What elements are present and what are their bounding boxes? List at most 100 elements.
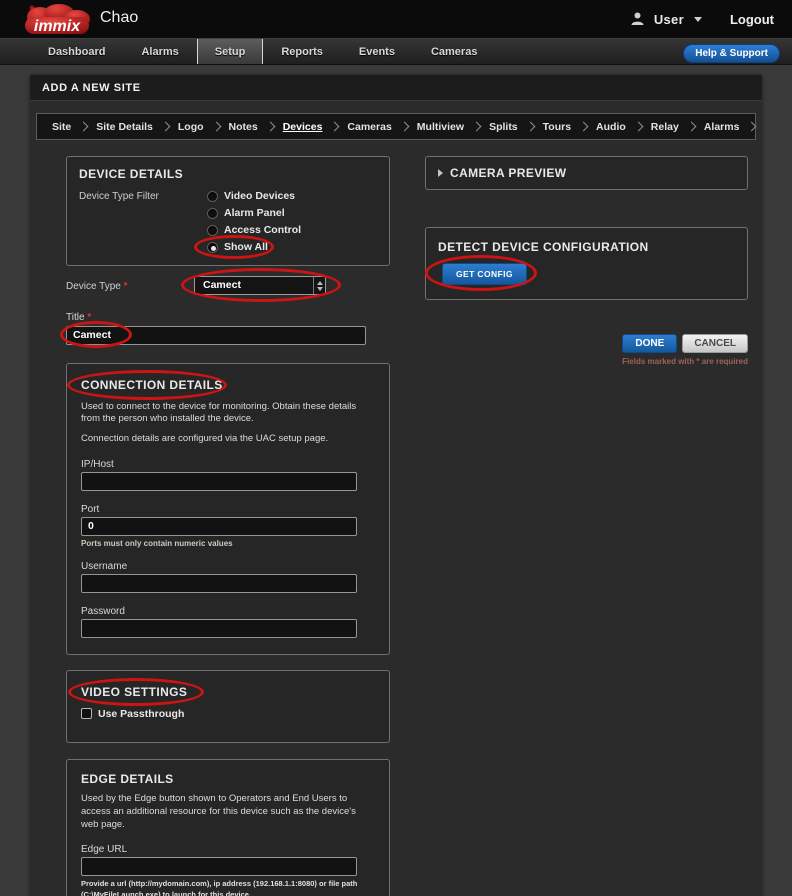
detect-config-heading: DETECT DEVICE CONFIGURATION [438,240,649,254]
help-support-button[interactable]: Help & Support [683,44,780,63]
nav-cameras[interactable]: Cameras [413,39,495,64]
passthrough-checkbox[interactable] [81,708,92,720]
edge-url-label: Edge URL [81,844,128,856]
done-button[interactable]: DONE [622,334,678,353]
connection-description-2: Connection details are configured via th… [81,433,329,445]
cancel-button[interactable]: CANCEL [682,334,748,353]
connection-details-panel: CONNECTION DETAILS Used to connect to th… [66,362,390,655]
camera-preview-heading[interactable]: CAMERA PREVIEW [450,166,567,180]
password-field-group: Password [81,606,375,638]
required-asterisk: * [123,280,128,292]
use-passthrough-row[interactable]: Use Passthrough [81,708,375,720]
device-type-filter-row: Device Type Filter Video Devices Alarm P… [79,190,377,259]
nav-reports[interactable]: Reports [263,39,341,64]
brand-text: immix [34,18,81,35]
password-label: Password [81,605,125,617]
port-label: Port [81,503,100,515]
device-type-filter-options: Video Devices Alarm Panel Access Control [194,190,301,259]
user-area: User Logout [631,0,774,38]
nav-setup[interactable]: Setup [196,39,264,64]
device-type-label: Device Type * [66,280,128,292]
nav-dashboard[interactable]: Dashboard [30,39,123,64]
radio-icon[interactable] [207,224,218,236]
radio-icon[interactable] [207,190,218,202]
camera-preview-panel[interactable]: CAMERA PREVIEW [425,156,748,190]
device-type-select-wrap: Camect [181,268,341,302]
wizard-tab-site[interactable]: Site [43,121,80,133]
nav-alarms[interactable]: Alarms [123,39,196,64]
get-config-button[interactable]: GET CONFIG [442,263,527,285]
collapsed-arrow-icon[interactable] [438,169,443,177]
username-label: Username [81,560,128,572]
wizard-tab-notes[interactable]: Notes [220,121,267,133]
wizard-tabstrip: Site Site Details Logo Notes Devices Cam… [36,113,757,140]
radio-video-devices[interactable]: Video Devices [207,190,301,202]
radio-alarm-panel[interactable]: Alarm Panel [207,207,301,219]
connection-details-heading: CONNECTION DETAILS [81,377,223,392]
port-note: Ports must only contain numeric values [81,538,233,548]
wizard-tab-cameras[interactable]: Cameras [338,121,400,133]
device-details-panel: DEVICE DETAILS Device Type Filter Video … [66,156,390,266]
wizard-tab-site-details[interactable]: Site Details [87,121,162,133]
up-arrow-icon [316,280,323,285]
edge-url-field-group: Edge URL Provide a url (http://mydomain.… [81,844,375,896]
edge-url-note: Provide a url (http://mydomain.com), ip … [81,879,358,896]
main-content: DEVICE DETAILS Device Type Filter Video … [30,140,762,896]
wizard-tab-alarms[interactable]: Alarms [695,121,749,133]
video-settings-panel: VIDEO SETTINGS Use Passthrough [66,669,390,743]
required-fields-note: Fields marked with * are required [622,357,748,366]
chevron-down-icon[interactable] [693,16,702,22]
connection-description-1: Used to connect to the device for monito… [81,400,357,425]
username-field-group: Username [81,561,375,593]
title-label: Title * [66,312,92,323]
site-name: Chao [100,9,139,26]
device-type-select[interactable]: Camect [194,276,326,295]
form-actions: DONE CANCEL Fields marked with * are req… [425,334,748,366]
main-nav: Dashboard Alarms Setup Reports Events Ca… [0,38,792,65]
wizard-tab-splits[interactable]: Splits [480,121,527,133]
radio-access-control[interactable]: Access Control [207,224,301,236]
select-spinner-icon[interactable] [313,277,325,294]
radio-icon[interactable] [207,241,218,253]
edge-details-heading: EDGE DETAILS [81,771,174,786]
wizard-tab-multiview[interactable]: Multiview [408,121,473,133]
app-header: immix Chao User Logout [0,0,792,38]
video-settings-heading: VIDEO SETTINGS [81,684,188,699]
device-type-filter-label: Device Type Filter [79,191,159,202]
port-field-group: Port Ports must only contain numeric val… [81,504,375,548]
wizard-tab-relay[interactable]: Relay [642,121,688,133]
wizard-tab-devices[interactable]: Devices [274,121,332,133]
edge-url-input[interactable] [81,857,357,877]
device-details-heading: DEVICE DETAILS [79,167,184,181]
content-wrapper: ADD A NEW SITE Site Site Details Logo No… [30,75,762,896]
user-icon [631,12,644,25]
left-column: DEVICE DETAILS Device Type Filter Video … [60,156,390,896]
nav-events[interactable]: Events [341,39,413,64]
port-input[interactable] [81,516,357,536]
radio-icon[interactable] [207,207,218,219]
immix-logo[interactable]: immix [18,2,96,43]
wizard-tab-audio[interactable]: Audio [587,121,635,133]
page: immix Chao User Logout Dashboard Alarms … [0,0,792,896]
right-column: CAMERA PREVIEW DETECT DEVICE CONFIGURATI… [425,156,748,896]
device-type-row: Device Type * Camect [66,268,390,302]
down-arrow-icon [316,286,323,291]
ip-host-label: IP/Host [81,458,114,470]
ip-host-field-group: IP/Host [81,459,375,491]
logout-link[interactable]: Logout [730,12,774,27]
user-menu[interactable]: User [654,12,684,27]
ip-host-input[interactable] [81,471,357,491]
title-field-group: Title * [60,312,390,348]
title-input[interactable] [66,325,366,345]
username-input[interactable] [81,573,357,593]
page-title: ADD A NEW SITE [30,75,762,101]
cloud-logo-icon: immix [25,4,90,35]
detect-device-config-panel: DETECT DEVICE CONFIGURATION GET CONFIG [425,227,748,300]
radio-show-all[interactable]: Show All [194,235,301,259]
required-asterisk: * [87,312,92,323]
edge-details-panel: EDGE DETAILS Used by the Edge button sho… [66,758,390,896]
wizard-tab-tours[interactable]: Tours [534,121,580,133]
wizard-tab-logo[interactable]: Logo [169,121,213,133]
password-input[interactable] [81,618,357,638]
edge-description: Used by the Edge button shown to Operato… [81,792,356,830]
